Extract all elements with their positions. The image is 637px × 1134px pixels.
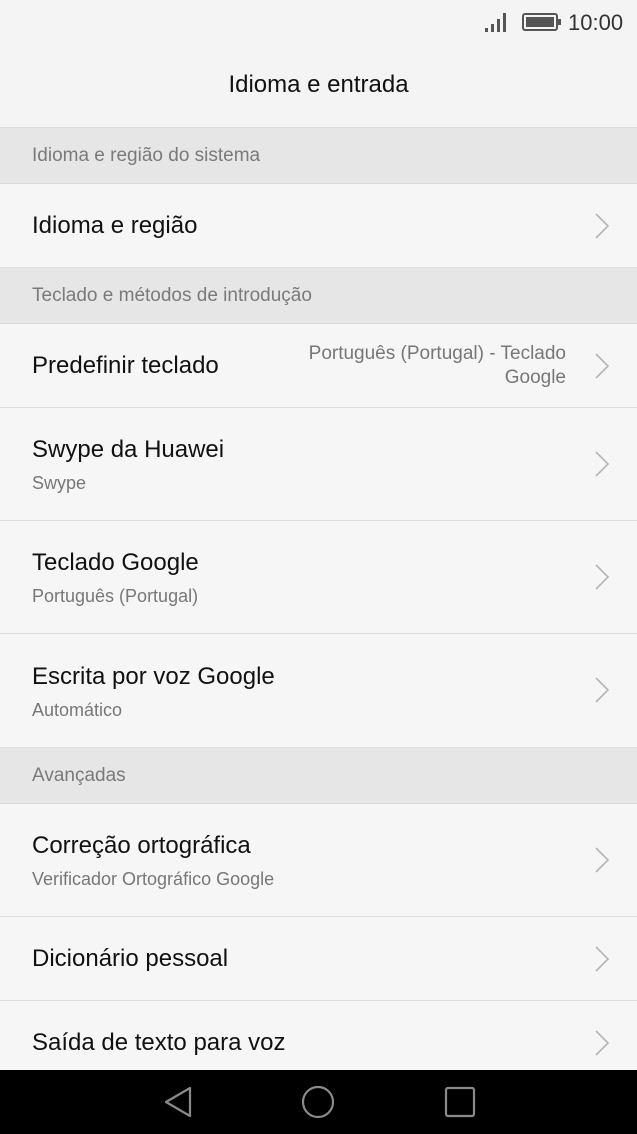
chevron-right-icon [595, 213, 610, 239]
battery-icon [522, 13, 561, 31]
chevron-right-icon [595, 946, 610, 972]
section-header-system-language: Idioma e região do sistema [0, 128, 637, 184]
title-bar: Idioma e entrada [0, 46, 637, 128]
section-header-keyboards: Teclado e métodos de introdução [0, 268, 637, 324]
item-title: Predefinir teclado [32, 352, 219, 379]
navigation-bar [0, 1070, 637, 1134]
section-label: Avançadas [32, 765, 126, 786]
back-triangle-icon[interactable] [160, 1084, 196, 1120]
item-subtitle: Automático [32, 700, 123, 720]
settings-screen: 10:00 Idioma e entrada Idioma e região d… [0, 0, 637, 1134]
settings-item-google-keyboard[interactable]: Teclado Google Português (Portugal) [0, 521, 637, 634]
item-subtitle: Swype [32, 473, 87, 493]
status-bar: 10:00 [0, 0, 637, 46]
section-label: Idioma e região do sistema [32, 145, 261, 166]
item-subtitle: Verificador Ortográfico Google [32, 869, 275, 889]
status-time: 10:00 [568, 10, 624, 35]
chevron-right-icon [595, 847, 610, 873]
item-title: Teclado Google [32, 549, 199, 576]
item-title: Swype da Huawei [32, 436, 225, 463]
item-title: Escrita por voz Google [32, 663, 275, 690]
chevron-right-icon [595, 353, 610, 379]
chevron-right-icon [595, 564, 610, 590]
settings-item-default-keyboard[interactable]: Predefinir teclado Português (Portugal) … [0, 324, 637, 408]
item-title: Dicionário pessoal [32, 945, 229, 972]
signal-icon [485, 13, 506, 32]
page-title: Idioma e entrada [228, 71, 409, 98]
recents-square-icon[interactable] [442, 1084, 478, 1120]
chevron-right-icon [595, 451, 610, 477]
section-header-advanced: Avançadas [0, 748, 637, 804]
item-value: Português (Portugal) - Teclado Google [308, 343, 566, 388]
settings-item-spell-check[interactable]: Correção ortográfica Verificador Ortográ… [0, 804, 637, 917]
item-title: Saída de texto para voz [32, 1029, 286, 1056]
home-circle-icon[interactable] [300, 1084, 336, 1120]
item-title: Correção ortográfica [32, 832, 251, 859]
settings-item-language-region[interactable]: Idioma e região [0, 184, 637, 268]
item-subtitle: Português (Portugal) [32, 586, 199, 606]
settings-item-personal-dictionary[interactable]: Dicionário pessoal [0, 917, 637, 1001]
settings-item-huawei-swype[interactable]: Swype da Huawei Swype [0, 408, 637, 521]
chevron-right-icon [595, 1030, 610, 1056]
chevron-right-icon [595, 677, 610, 703]
settings-item-google-voice-typing[interactable]: Escrita por voz Google Automático [0, 634, 637, 748]
section-label: Teclado e métodos de introdução [32, 285, 312, 306]
item-title: Idioma e região [32, 212, 198, 239]
